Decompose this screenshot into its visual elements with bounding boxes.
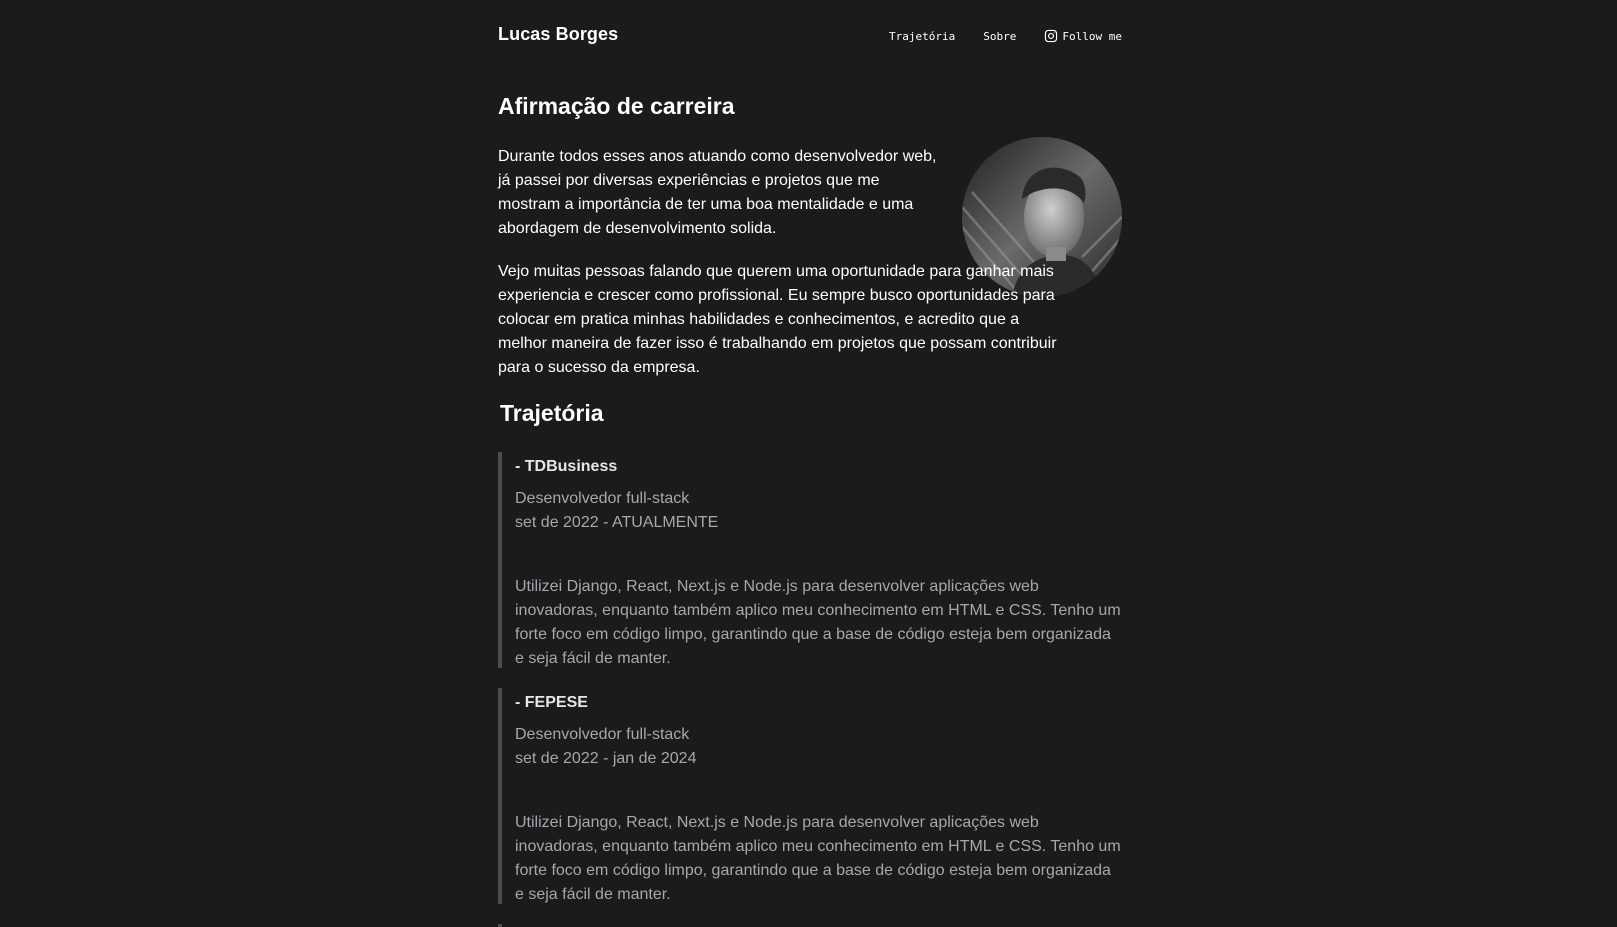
page-container: Lucas Borges Trajetória Sobre Follow me …: [498, 0, 1122, 927]
nav-link-trajectory[interactable]: Trajetória: [889, 30, 955, 43]
job-company: - TDBusiness: [515, 458, 618, 475]
main-nav: Trajetória Sobre Follow me: [889, 29, 1122, 43]
job-role: Desenvolvedor full-stack: [515, 490, 690, 507]
job-description: Utilizei Django, React, Next.js e Node.j…: [515, 578, 1121, 667]
job-period: set de 2022 - ATUALMENTE: [515, 514, 719, 531]
job-company: - FEPESE: [515, 694, 588, 711]
site-brand[interactable]: Lucas Borges: [498, 24, 618, 45]
career-statement-title: Afirmação de carreira: [498, 93, 735, 119]
follow-me-link[interactable]: Follow me: [1044, 29, 1122, 43]
job-role: Desenvolvedor full-stack: [515, 726, 690, 743]
intro-paragraph-1: Durante todos esses anos atuando como de…: [498, 148, 937, 237]
nav-link-about[interactable]: Sobre: [983, 30, 1016, 43]
intro-paragraph-2: Vejo muitas pessoas falando que querem u…: [498, 263, 1057, 376]
job-entry: - FEPESE Desenvolvedor full-stack set de…: [498, 688, 1122, 904]
job-entry: - TDBusiness Desenvolvedor full-stack se…: [498, 452, 1122, 668]
job-period: set de 2022 - jan de 2024: [515, 750, 697, 767]
job-description: Utilizei Django, React, Next.js e Node.j…: [515, 814, 1121, 903]
site-header: Lucas Borges Trajetória Sobre Follow me: [498, 0, 1122, 75]
instagram-icon: [1045, 29, 1058, 43]
follow-me-label: Follow me: [1062, 29, 1122, 43]
trajectory-title: Trajetória: [500, 400, 604, 426]
